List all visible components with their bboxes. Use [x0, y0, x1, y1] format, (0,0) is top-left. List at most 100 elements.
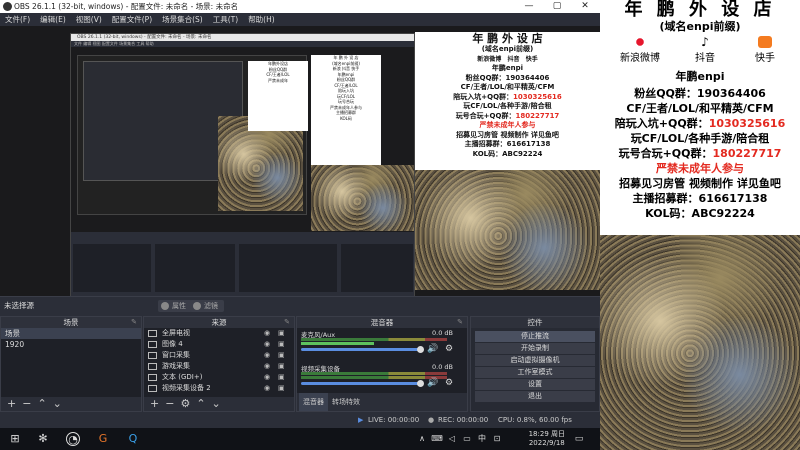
weibo-link[interactable]: 新浪微博 — [610, 36, 670, 64]
window-icon — [148, 352, 157, 359]
filters-button[interactable]: 滤镜 — [190, 300, 224, 312]
eye-icon[interactable]: ◉ — [264, 330, 272, 337]
ad-line: 粉丝QQ群：190364406 — [634, 87, 766, 100]
sources-list: 全屏电视 ◉ ▣ 图像 4 ◉ ▣ 窗口采集 ◉ ▣ 游戏采集 ◉ ▣ 文本 (GDI+) ◉ ▣ … — [144, 328, 294, 398]
lock-icon[interactable]: ▣ — [278, 330, 286, 337]
maximize-icon[interactable]: ▢ — [543, 0, 571, 13]
obs-window: OBS 26.1.1 (32-bit, windows) - 配置文件: 未命名… — [0, 0, 600, 428]
source-item[interactable]: 游戏采集 ◉ ▣ — [144, 361, 294, 372]
settings-button[interactable]: 设置 — [475, 379, 595, 390]
kuaishou-link[interactable]: 快手 — [735, 36, 795, 64]
cpu-status: CPU: 0.8%, 60.00 fps — [498, 416, 572, 424]
lock-icon[interactable]: ▣ — [278, 363, 286, 370]
douyin-link[interactable]: ♪ 抖音 — [675, 36, 735, 64]
ime-icon[interactable]: 中 — [475, 432, 489, 446]
taskbar: ⊞ ✻ ◔ G Q ∧ ⌨ ◁ ▭ 中 ⊡ 18:29 周日 2022/9/18… — [0, 428, 600, 450]
virtual-camera-button[interactable]: 启动虚拟摄像机 — [475, 355, 595, 366]
menu-profile[interactable]: 配置文件(P) — [107, 13, 157, 26]
move-down-icon[interactable]: ⌄ — [53, 397, 62, 411]
tab-transitions[interactable]: 转场特效 — [332, 393, 360, 411]
speaker-icon[interactable]: 🔊 — [427, 378, 438, 388]
ime-alt-icon[interactable]: ⊡ — [490, 432, 504, 446]
gear-icon[interactable]: ⚙ — [445, 378, 453, 388]
stop-streaming-button[interactable]: 停止推流 — [475, 331, 595, 342]
ad-line: CF/王者/LOL/和平精英/CFM — [626, 102, 774, 115]
menu-file[interactable]: 文件(F) — [0, 13, 35, 26]
exit-button[interactable]: 退出 — [475, 391, 595, 402]
title-bar: OBS 26.1.1 (32-bit, windows) - 配置文件: 未命名… — [0, 0, 600, 13]
obs-logo-icon — [3, 2, 12, 11]
nested-sign: 年鹏外设店 粉丝QQ群 CF/王者/LOL 严禁未成年 — [248, 61, 308, 131]
menu-tools[interactable]: 工具(T) — [208, 13, 243, 26]
kuaishou-icon — [758, 36, 772, 48]
mixer-body: 麦克风/Aux 0.0 dB 🔊 ⚙ 视频采集设备 0.0 dB 🔊 ⚙ — [297, 328, 467, 394]
volume-slider[interactable] — [301, 380, 424, 387]
obs-taskbar-icon[interactable]: ◔ — [66, 432, 80, 446]
lock-icon[interactable]: ▣ — [278, 385, 286, 392]
scenes-list: 场景 1920 — [1, 328, 141, 398]
menu-view[interactable]: 视图(V) — [71, 13, 107, 26]
move-down-icon[interactable]: ⌄ — [212, 397, 221, 411]
gear-icon[interactable]: ⚙ — [180, 397, 190, 411]
eye-icon[interactable]: ◉ — [264, 374, 272, 381]
add-icon[interactable]: + — [150, 397, 159, 411]
source-item[interactable]: 文本 (GDI+) ◉ ▣ — [144, 372, 294, 383]
eye-icon[interactable]: ◉ — [264, 341, 272, 348]
notification-icon[interactable]: ▭ — [572, 432, 586, 446]
browser-g-icon[interactable]: G — [96, 432, 110, 446]
lock-icon[interactable]: ▣ — [278, 341, 286, 348]
eye-icon[interactable]: ◉ — [264, 363, 272, 370]
source-item[interactable]: 全屏电视 ◉ ▣ — [144, 328, 294, 339]
speaker-icon[interactable]: 🔊 — [427, 344, 438, 354]
tray-chevron-icon[interactable]: ∧ — [415, 432, 429, 446]
remove-icon[interactable]: − — [165, 397, 174, 411]
mixer-channel: 麦克风/Aux 0.0 dB 🔊 ⚙ — [301, 329, 454, 354]
add-icon[interactable]: + — [7, 397, 16, 411]
network-icon[interactable]: ⌨ — [430, 432, 444, 446]
source-item[interactable]: 窗口采集 ◉ ▣ — [144, 350, 294, 361]
fan-app-icon[interactable]: ✻ — [36, 432, 50, 446]
volume-slider[interactable] — [301, 346, 424, 353]
scene-item[interactable]: 1920 — [1, 339, 141, 350]
start-recording-button[interactable]: 开始录制 — [475, 343, 595, 354]
nested-canvas: 年鹏外设店 粉丝QQ群 CF/王者/LOL 严禁未成年 年 鹏 外 设 店 (域名enp… — [71, 47, 414, 232]
clock[interactable]: 18:29 周日 2022/9/18 — [529, 430, 565, 448]
move-up-icon[interactable]: ⌃ — [37, 397, 46, 411]
scenes-title: 场景 — [63, 318, 79, 327]
battery-icon[interactable]: ▭ — [460, 432, 474, 446]
lock-icon[interactable]: ▣ — [278, 374, 286, 381]
menu-bar: 文件(F) 编辑(E) 视图(V) 配置文件(P) 场景集合(S) 工具(T) 帮助(H) — [0, 13, 600, 26]
menu-help[interactable]: 帮助(H) — [243, 13, 280, 26]
sources-title: 来源 — [211, 318, 227, 327]
remove-icon[interactable]: − — [22, 397, 31, 411]
dock-close-icon[interactable]: ✎ — [131, 317, 137, 328]
windows-start-icon[interactable]: ⊞ — [8, 432, 22, 446]
minimize-icon[interactable]: — — [515, 0, 543, 13]
ad-panel: 年 鹏 外 设 店 (域名enpi前缀) 新浪微博 ♪ 抖音 快手 年鹏enpi… — [600, 0, 800, 235]
status-bar: ▶ LIVE: 00:00:00 ● REC: 00:00:00 CPU: 0.… — [0, 412, 600, 428]
controls-title: 控件 — [527, 318, 543, 327]
ad-nickname: 年鹏enpi — [675, 70, 725, 83]
move-up-icon[interactable]: ⌃ — [196, 397, 205, 411]
gear-icon[interactable]: ⚙ — [445, 344, 453, 354]
live-icon: ▶ — [358, 416, 364, 424]
lock-icon[interactable]: ▣ — [278, 352, 286, 359]
preview-texture — [415, 170, 600, 290]
source-item[interactable]: 视频采集设备 2 ◉ ▣ — [144, 383, 294, 394]
texture-image — [600, 235, 800, 450]
nested-recursion: 年鹏外设店 粉丝QQ群 CF/王者/LOL 严禁未成年 — [77, 55, 308, 215]
nested-texture-2 — [311, 165, 414, 231]
source-item[interactable]: 图像 4 ◉ ▣ — [144, 339, 294, 350]
volume-icon[interactable]: ◁ — [445, 432, 459, 446]
menu-edit[interactable]: 编辑(E) — [35, 13, 71, 26]
menu-scene-collection[interactable]: 场景集合(S) — [157, 13, 208, 26]
studio-mode-button[interactable]: 工作室模式 — [475, 367, 595, 378]
scenes-dock: 场景 ✎ 场景 1920 + − ⌃ ⌄ — [0, 316, 142, 412]
tab-mixer[interactable]: 混音器 — [299, 393, 328, 411]
eye-icon[interactable]: ◉ — [264, 385, 272, 392]
close-icon[interactable]: ✕ — [571, 0, 599, 13]
eye-icon[interactable]: ◉ — [264, 352, 272, 359]
scene-item[interactable]: 场景 — [1, 328, 141, 339]
browser-q-icon[interactable]: Q — [126, 432, 140, 446]
properties-button[interactable]: 属性 — [158, 300, 192, 312]
